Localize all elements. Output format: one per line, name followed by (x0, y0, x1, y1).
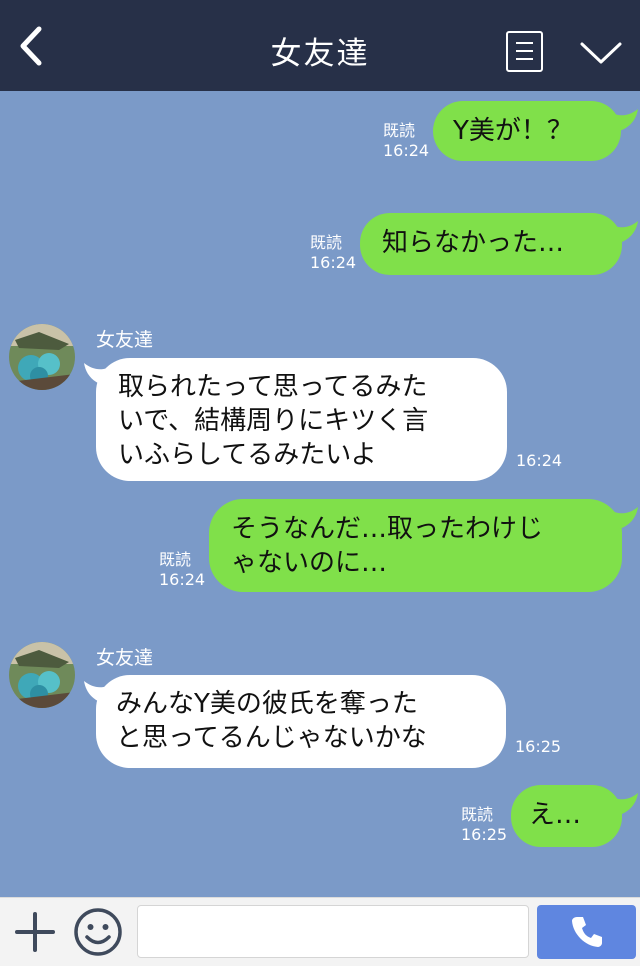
message-status: 既読 16:24 (159, 550, 205, 590)
phone-icon (571, 917, 602, 947)
call-button[interactable] (537, 905, 636, 959)
notes-icon-line (516, 58, 533, 60)
notes-icon-line (516, 42, 533, 44)
contact-avatar[interactable] (9, 642, 75, 708)
outgoing-message[interactable]: Y美が！？ (433, 101, 621, 161)
chat-header: 女友達 (0, 0, 640, 91)
message-line: と思ってるんじゃないかな (116, 723, 427, 753)
message-time: 16:25 (461, 825, 508, 844)
chat-history[interactable]: 既読 16:24 Y美が！？ 既読 16:24 知らなかった… 女友達 取られた… (0, 91, 640, 897)
bubble-tail (608, 221, 638, 245)
read-receipt: 既読 (383, 121, 416, 140)
read-receipt: 既読 (159, 550, 192, 569)
outgoing-message[interactable]: そうなんだ…取ったわけじ ゃないのに… (209, 499, 622, 592)
smiley-icon (74, 908, 122, 956)
avatar-photo (9, 642, 75, 708)
plus-icon (15, 912, 55, 952)
read-receipt: 既読 (310, 233, 343, 252)
bubble-tail (608, 109, 638, 133)
notes-icon-line (516, 50, 533, 52)
message-time: 16:24 (516, 451, 563, 470)
message-input[interactable] (137, 905, 529, 958)
emoji-button[interactable] (72, 906, 124, 958)
message-line: いで、結構周りにキツく言 (118, 406, 429, 436)
incoming-message[interactable]: みんなY美の彼氏を奪った と思ってるんじゃないかな (96, 675, 506, 768)
contact-avatar[interactable] (9, 324, 75, 390)
message-text: え… (529, 800, 582, 830)
chevron-down-icon (580, 42, 622, 64)
sender-name: 女友達 (96, 647, 154, 669)
notes-button[interactable] (506, 31, 543, 72)
message-time: 16:24 (310, 253, 357, 272)
message-text: Y美が！？ (453, 116, 573, 146)
add-attachment-button[interactable] (13, 910, 57, 954)
chevron-left-icon (20, 26, 42, 66)
message-line: いふらしてるみたいよ (118, 440, 377, 470)
avatar-photo (9, 324, 75, 390)
message-time: 16:24 (159, 570, 206, 589)
back-button[interactable] (8, 22, 52, 70)
message-status: 既読 16:24 (383, 121, 429, 161)
message-status: 既読 16:25 (461, 805, 507, 845)
outgoing-message[interactable]: え… (511, 785, 622, 847)
message-line: ゃないのに… (231, 548, 388, 578)
chat-title: 女友達 (270, 36, 370, 72)
outgoing-message[interactable]: 知らなかった… (360, 213, 622, 275)
message-line: 取られたって思ってるみた (118, 372, 428, 402)
bubble-tail (608, 507, 638, 531)
read-receipt: 既読 (461, 805, 494, 824)
message-input-bar (0, 897, 640, 966)
sender-name: 女友達 (96, 329, 154, 351)
message-text: 知らなかった… (382, 228, 565, 258)
incoming-message[interactable]: 取られたって思ってるみた いで、結構周りにキツく言 いふらしてるみたいよ (96, 358, 507, 481)
message-time: 16:24 (383, 141, 430, 160)
message-line: そうなんだ…取ったわけじ (231, 514, 544, 544)
message-status: 既読 16:24 (310, 233, 356, 273)
collapse-button[interactable] (576, 34, 626, 70)
message-time: 16:25 (515, 737, 562, 756)
bubble-tail (608, 793, 638, 817)
message-line: みんなY美の彼氏を奪った (116, 689, 418, 719)
